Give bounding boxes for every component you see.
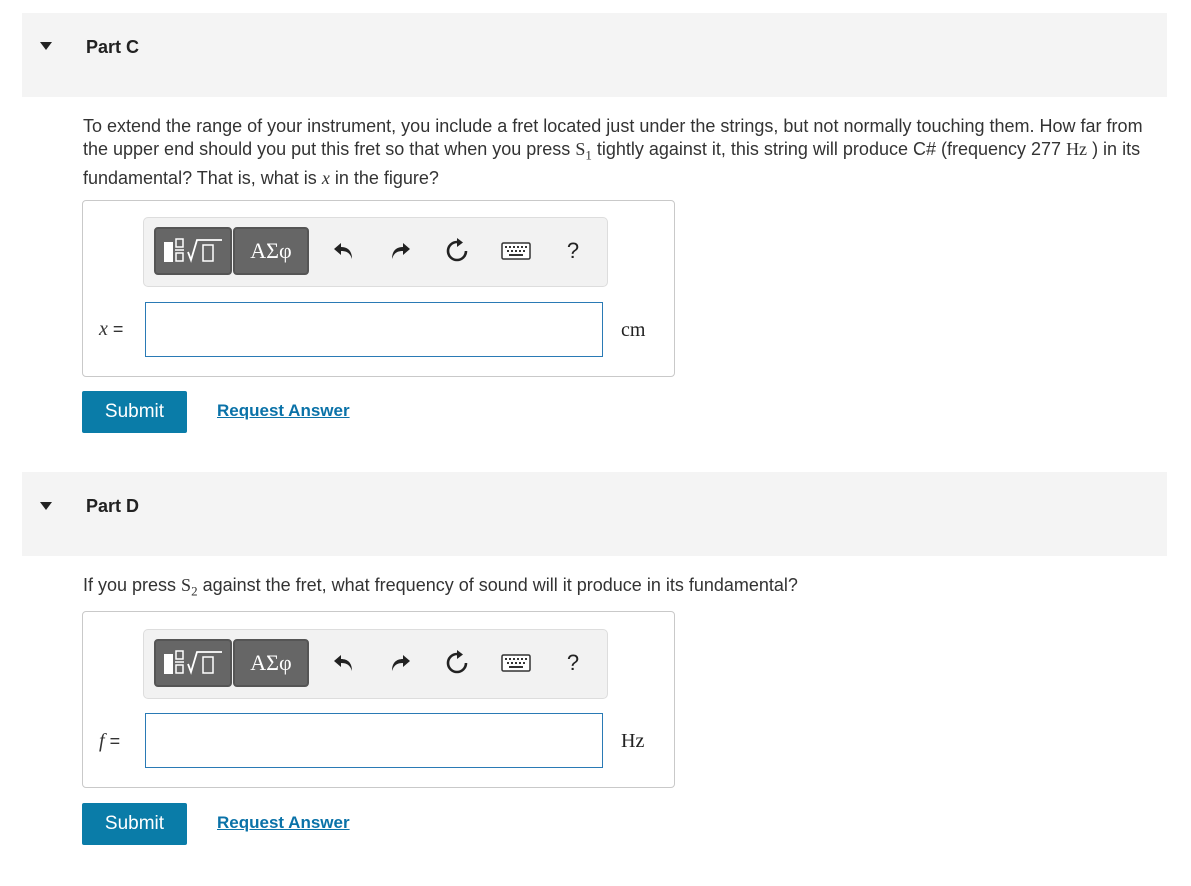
redo-icon[interactable] — [384, 647, 416, 679]
part-d-submit-button[interactable]: Submit — [82, 803, 187, 845]
help-icon[interactable]: ? — [557, 235, 589, 267]
part-c-collapse-caret-icon[interactable] — [40, 42, 52, 50]
part-c-variable-label: x = — [99, 318, 124, 340]
part-d-collapse-caret-icon[interactable] — [40, 502, 52, 510]
part-c-unit: cm — [621, 319, 646, 341]
greek-symbols-icon[interactable]: ΑΣφ — [233, 639, 309, 687]
part-c-title: Part C — [86, 37, 140, 57]
undo-icon[interactable] — [328, 235, 360, 267]
part-d-title: Part D — [86, 496, 140, 516]
part-d-header[interactable] — [22, 472, 1167, 556]
part-c-header[interactable] — [22, 13, 1167, 97]
templates-icon[interactable] — [154, 639, 232, 687]
reset-icon[interactable] — [441, 647, 473, 679]
part-c-submit-button[interactable]: Submit — [82, 391, 187, 433]
part-d-variable-label: f = — [99, 730, 121, 752]
part-d-request-answer-link[interactable]: Request Answer — [217, 813, 350, 833]
reset-icon[interactable] — [441, 235, 473, 267]
keyboard-icon[interactable] — [500, 235, 532, 267]
math-toolbar: ΑΣφ ? — [143, 629, 608, 699]
greek-symbols-icon[interactable]: ΑΣφ — [233, 227, 309, 275]
keyboard-icon[interactable] — [500, 647, 532, 679]
part-d-question: If you press S2 against the fret, what f… — [83, 575, 798, 599]
part-c-request-answer-link[interactable]: Request Answer — [217, 401, 350, 421]
math-toolbar: ΑΣφ ? — [143, 217, 608, 287]
part-c-question: To extend the range of your instrument, … — [83, 116, 1143, 188]
redo-icon[interactable] — [384, 235, 416, 267]
part-d-answer-input[interactable] — [145, 713, 603, 768]
part-d-unit: Hz — [621, 730, 645, 752]
part-d-answer-box: ΑΣφ ? f = Hz — [82, 611, 675, 788]
undo-icon[interactable] — [328, 647, 360, 679]
part-c-answer-box: ΑΣφ ? x = cm — [82, 200, 675, 377]
help-icon[interactable]: ? — [557, 647, 589, 679]
part-c-answer-input[interactable] — [145, 302, 603, 357]
templates-icon[interactable] — [154, 227, 232, 275]
